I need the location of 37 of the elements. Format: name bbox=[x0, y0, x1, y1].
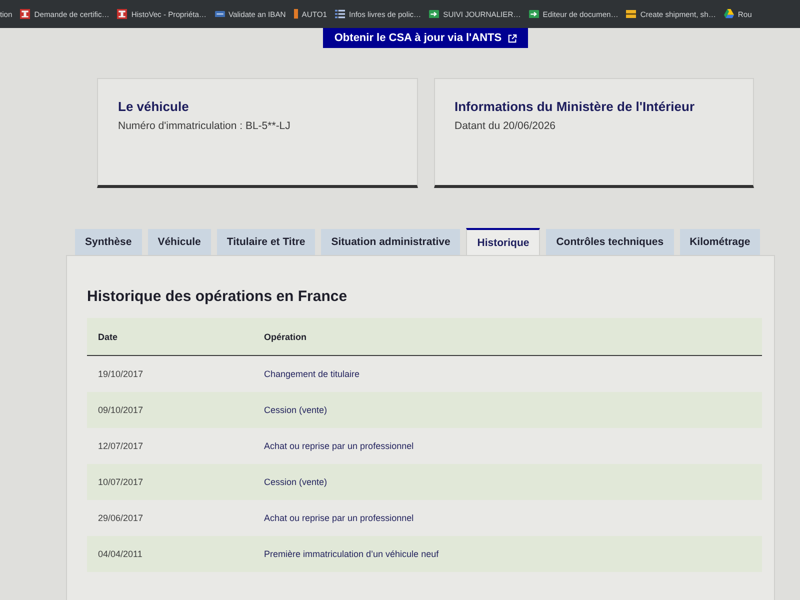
table-cell: 12/07/2017 bbox=[87, 428, 253, 464]
table-cell: Achat ou reprise par un professionnel bbox=[253, 500, 762, 536]
tab[interactable]: Synthèse bbox=[75, 229, 142, 255]
list-icon bbox=[334, 9, 345, 19]
logo-icon bbox=[20, 9, 30, 19]
column-header: Opération bbox=[253, 318, 762, 356]
tab[interactable]: Situation administrative bbox=[321, 229, 460, 255]
tab[interactable]: Contrôles techniques bbox=[546, 229, 674, 255]
table-cell: Cession (vente) bbox=[253, 392, 762, 428]
box-icon bbox=[626, 10, 636, 18]
card-title: Informations du Ministère de l'Intérieur bbox=[454, 99, 696, 114]
table-cell: 19/10/2017 bbox=[87, 356, 253, 392]
bar-icon bbox=[294, 9, 298, 19]
table-cell: Achat ou reprise par un professionnel bbox=[253, 428, 762, 464]
logo-icon bbox=[117, 9, 128, 19]
tab[interactable]: Titulaire et Titre bbox=[216, 229, 316, 255]
table-cell: 29/06/2017 bbox=[87, 500, 253, 536]
arrow-tile-icon bbox=[429, 10, 440, 18]
arrow-tile-icon bbox=[528, 10, 539, 18]
tab[interactable]: Historique bbox=[466, 228, 540, 255]
table-cell: 09/10/2017 bbox=[87, 392, 253, 428]
triangle-icon bbox=[724, 9, 734, 19]
card-text: Datant du 20/06/2026 bbox=[454, 120, 557, 132]
section-title: Historique des opérations en France bbox=[87, 288, 348, 305]
card-text: Numéro d'immatriculation : BL-5**-LJ bbox=[118, 120, 292, 132]
table-cell: 10/07/2017 bbox=[87, 464, 253, 500]
column-header: Date bbox=[87, 318, 253, 356]
external-link-icon bbox=[508, 34, 517, 42]
tab[interactable]: Véhicule bbox=[148, 229, 211, 255]
card-icon bbox=[214, 10, 225, 18]
table-cell: 04/04/2011 bbox=[87, 536, 253, 572]
csa-button[interactable]: Obtenir le CSA à jour via l'ANTS bbox=[323, 28, 528, 48]
table-cell: Première immatriculation d’un véhicule neuf bbox=[253, 536, 762, 572]
table-cell: Changement de titulaire bbox=[253, 356, 762, 392]
tab[interactable]: Kilométrage bbox=[680, 229, 760, 255]
card-title: Le véhicule bbox=[118, 99, 190, 114]
table-cell: Cession (vente) bbox=[253, 464, 762, 500]
